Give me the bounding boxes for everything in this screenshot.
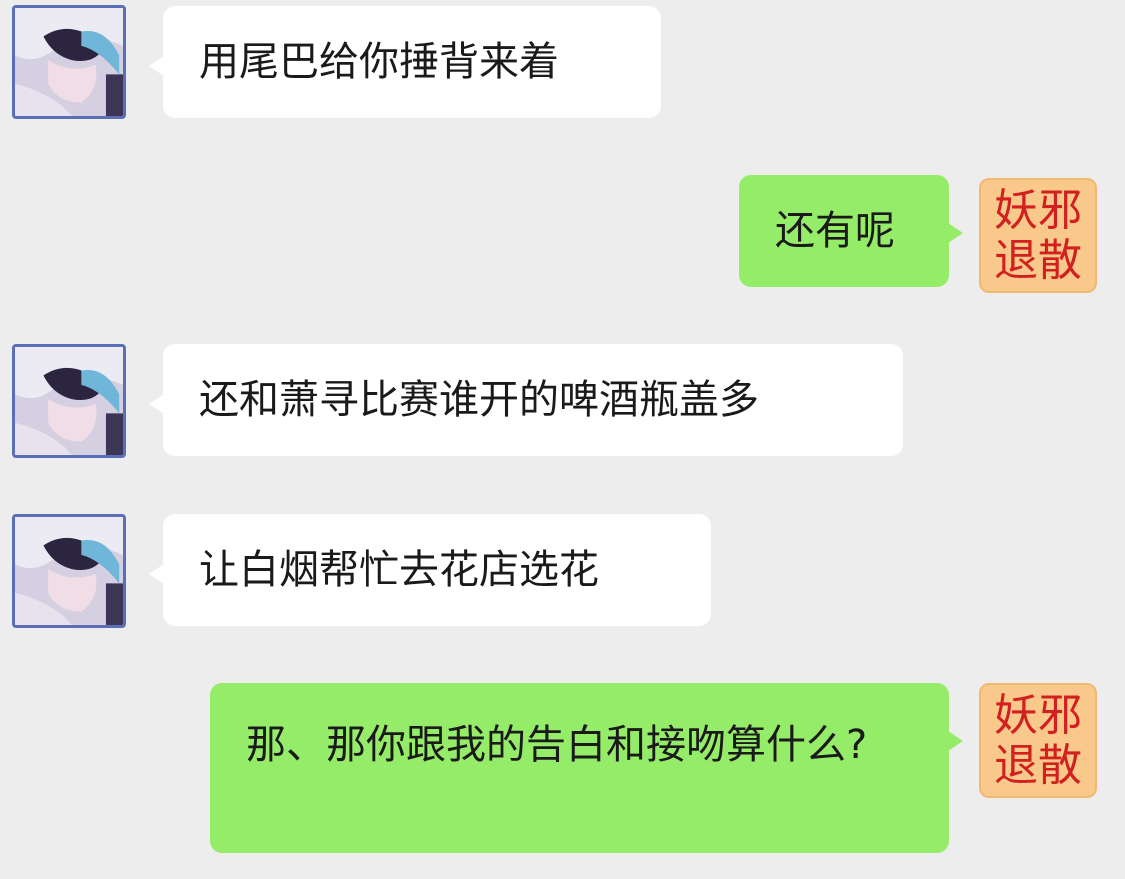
seal-avatar-text: 妖邪退散 — [994, 184, 1082, 286]
message-bubble[interactable]: 用尾巴给你捶背来着 — [149, 6, 661, 118]
message-text: 还和萧寻比赛谁开的啤酒瓶盖多 — [199, 377, 759, 423]
seal-avatar-text: 妖邪退散 — [994, 689, 1082, 791]
self-avatar[interactable]: 妖邪退散 — [979, 178, 1097, 293]
anime-character-avatar-icon — [15, 517, 123, 625]
contact-avatar[interactable] — [12, 5, 126, 119]
contact-avatar[interactable] — [12, 344, 126, 458]
anime-character-avatar-icon — [15, 8, 123, 116]
chat-area: 用尾巴给你捶背来着 还有呢 妖邪退散 还和萧寻比赛谁开的啤酒瓶盖多 让白烟帮忙去… — [0, 0, 1125, 879]
message-text: 还有呢 — [775, 208, 895, 254]
message-bubble[interactable]: 还有呢 — [739, 175, 963, 287]
message-text: 那、那你跟我的告白和接吻算什么? — [246, 722, 868, 768]
message-text: 让白烟帮忙去花店选花 — [199, 547, 599, 593]
message-bubble[interactable]: 还和萧寻比赛谁开的啤酒瓶盖多 — [149, 344, 903, 456]
message-bubble[interactable]: 让白烟帮忙去花店选花 — [149, 514, 711, 626]
message-text: 用尾巴给你捶背来着 — [199, 39, 559, 85]
anime-character-avatar-icon — [15, 347, 123, 455]
self-avatar[interactable]: 妖邪退散 — [979, 683, 1097, 798]
message-bubble[interactable]: 那、那你跟我的告白和接吻算什么? — [210, 683, 963, 853]
contact-avatar[interactable] — [12, 514, 126, 628]
